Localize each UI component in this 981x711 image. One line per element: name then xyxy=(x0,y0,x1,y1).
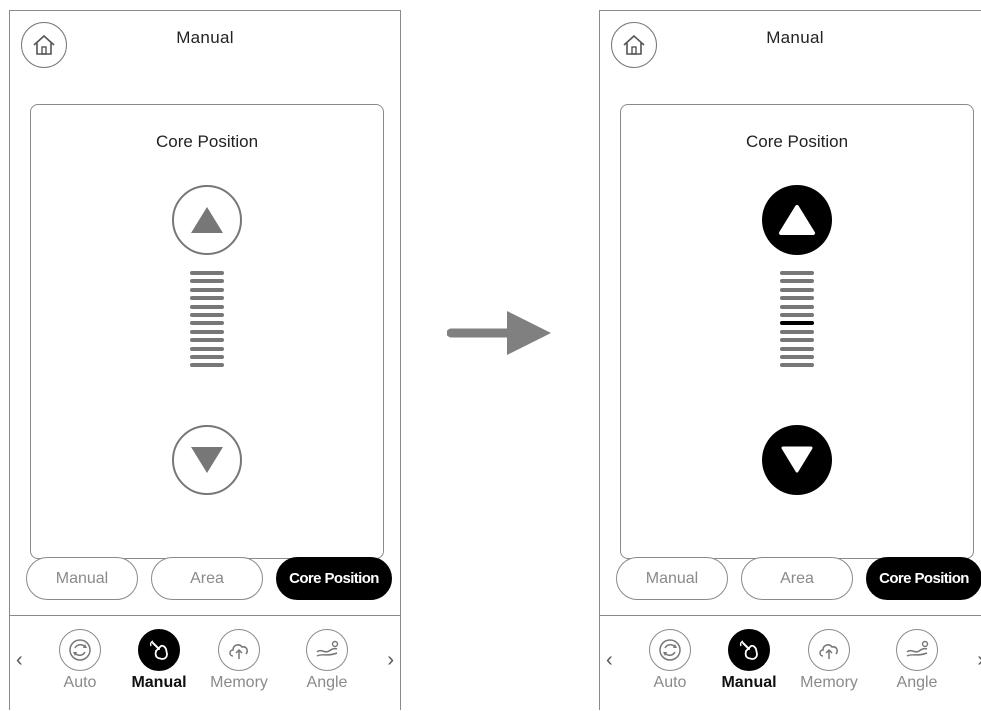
triangle-down-icon xyxy=(781,446,813,473)
triangle-up-icon xyxy=(191,207,223,233)
position-bar xyxy=(780,354,814,359)
position-bar xyxy=(780,296,814,301)
chevron-left-icon[interactable]: ‹ xyxy=(606,649,613,672)
transition-arrow-icon xyxy=(447,311,551,355)
mode-tabs: Manual Area Core Position xyxy=(614,557,981,603)
position-bar xyxy=(190,338,224,343)
nav-item-manual[interactable]: Manual xyxy=(709,629,789,692)
position-bar xyxy=(190,296,224,301)
nav-label: Auto xyxy=(653,674,687,691)
down-button[interactable] xyxy=(172,425,242,495)
nav-item-manual[interactable]: Manual xyxy=(119,629,199,692)
cloud-upload-icon xyxy=(229,644,248,659)
nav-icon-wrap xyxy=(649,629,691,671)
nav-label: Angle xyxy=(306,674,348,691)
nav-label: Memory xyxy=(210,674,268,691)
position-indicator xyxy=(780,271,814,372)
panel-title: Core Position xyxy=(745,132,849,151)
tab-manual[interactable]: Manual xyxy=(616,557,728,600)
nav-item-auto[interactable]: Auto xyxy=(40,629,120,692)
position-bar xyxy=(780,363,814,368)
tab-area[interactable]: Area xyxy=(741,557,853,600)
tab-manual[interactable]: Manual xyxy=(26,557,138,600)
position-bar xyxy=(780,287,814,292)
hand-pointer-icon xyxy=(739,640,758,660)
tab-core-position[interactable]: Core Position xyxy=(866,557,981,600)
nav-item-memory[interactable]: Memory xyxy=(789,629,869,692)
position-bar xyxy=(780,346,814,351)
nav-icon-wrap xyxy=(306,629,348,671)
nav-label: Manual xyxy=(721,674,777,691)
tab-core-position[interactable]: Core Position xyxy=(276,557,392,600)
sync-icon xyxy=(69,639,91,661)
up-button[interactable] xyxy=(762,185,832,255)
recline-icon xyxy=(316,640,339,657)
bottom-nav: ‹ Auto Manual xyxy=(600,623,981,711)
screen-after: Manual Core Position Manual Area Core Po… xyxy=(599,10,981,710)
chevron-right-icon[interactable]: › xyxy=(977,649,981,672)
nav-item-angle[interactable]: Angle xyxy=(877,629,957,692)
position-bar xyxy=(190,279,224,284)
position-bar xyxy=(190,329,224,334)
tab-area[interactable]: Area xyxy=(151,557,263,600)
core-position-panel: Core Position xyxy=(30,104,384,559)
nav-label: Auto xyxy=(63,674,97,691)
position-bar xyxy=(780,312,814,317)
nav-icon-wrap xyxy=(59,629,101,671)
divider xyxy=(10,615,400,616)
nav-label: Manual xyxy=(131,674,187,691)
position-bar xyxy=(780,271,814,275)
core-position-panel: Core Position xyxy=(620,104,974,559)
position-bar xyxy=(190,354,224,359)
chevron-right-icon[interactable]: › xyxy=(387,649,394,672)
divider xyxy=(600,615,981,616)
position-indicator xyxy=(190,271,224,372)
nav-item-memory[interactable]: Memory xyxy=(199,629,279,692)
sync-icon xyxy=(659,639,681,661)
position-bar-current xyxy=(780,321,814,326)
down-button[interactable] xyxy=(762,425,832,495)
nav-item-angle[interactable]: Angle xyxy=(287,629,367,692)
position-bar xyxy=(190,363,224,368)
nav-icon-wrap xyxy=(138,629,180,671)
cloud-upload-icon xyxy=(819,644,838,659)
nav-icon-wrap xyxy=(728,629,770,671)
page-title: Manual xyxy=(766,28,824,47)
nav-label: Memory xyxy=(800,674,858,691)
position-bar xyxy=(190,271,224,275)
mode-tabs: Manual Area Core Position xyxy=(24,557,392,603)
position-bar xyxy=(780,329,814,334)
nav-icon-wrap xyxy=(218,629,260,671)
position-bar xyxy=(190,321,224,326)
position-bar xyxy=(190,312,224,317)
page-title: Manual xyxy=(176,28,234,47)
position-bar xyxy=(780,279,814,284)
nav-item-auto[interactable]: Auto xyxy=(630,629,710,692)
triangle-up-icon xyxy=(779,205,815,235)
nav-icon-wrap xyxy=(808,629,850,671)
triangle-down-icon xyxy=(191,447,223,473)
position-bar xyxy=(780,338,814,343)
nav-label: Angle xyxy=(896,674,938,691)
nav-icon-wrap xyxy=(896,629,938,671)
hand-pointer-icon xyxy=(149,640,168,660)
up-button[interactable] xyxy=(172,185,242,255)
position-bar xyxy=(780,304,814,309)
position-bar xyxy=(190,287,224,292)
screen-before: Manual Core Position Manual Area Core Po… xyxy=(9,10,401,710)
position-bar xyxy=(190,304,224,309)
recline-icon xyxy=(906,640,929,657)
panel-title: Core Position xyxy=(155,132,259,151)
chevron-left-icon[interactable]: ‹ xyxy=(16,649,23,672)
bottom-nav: ‹ Auto Manual xyxy=(10,623,400,711)
position-bar xyxy=(190,346,224,351)
